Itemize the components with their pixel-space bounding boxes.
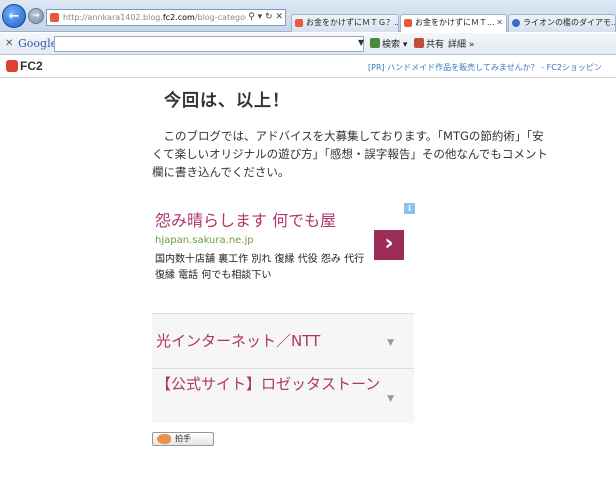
arrow-left-icon: ← (8, 8, 20, 24)
google-logo: Google (18, 37, 58, 50)
share-label: 共有 (426, 40, 445, 50)
arrow-right-icon: → (32, 11, 40, 21)
browser-title-bar: ← → http://annkara1402.blog.fc2.com/blog… (0, 0, 616, 32)
address-prefix: http://annkara1402.blog. (63, 13, 163, 22)
address-domain: fc2.com (162, 13, 195, 22)
more-button[interactable]: 詳細 » (448, 37, 474, 50)
ad-link-row[interactable]: 光インターネット／NTT ▼ (152, 313, 414, 368)
clap-button[interactable]: 拍手 (152, 432, 214, 446)
search-icon[interactable]: ⚲ (248, 12, 255, 22)
tab-3[interactable]: ライオンの檻のダイアモ... (508, 14, 616, 32)
fc2-logo[interactable]: FC2 (6, 59, 43, 73)
fc2-logo-text: FC2 (20, 59, 43, 73)
ad-info-icon[interactable]: i (404, 203, 415, 214)
ad-url[interactable]: hjapan.sakura.ne.jp (155, 235, 254, 246)
chevron-down-icon[interactable]: ▼ (387, 338, 394, 348)
ad-description: 国内数十店舗 裏工作 別れ 復縁 代役 怨み 代行 復縁 電話 何でも相談下い (155, 254, 365, 281)
ad-go-button[interactable]: › (374, 230, 404, 260)
clap-hand-icon (157, 434, 171, 444)
more-label: 詳細 (448, 40, 467, 50)
fc2-logo-icon (6, 60, 18, 72)
google-toolbar: ✕ Google ▼ 検索 ▾ 共有 詳細 » (0, 33, 616, 55)
chevron-down-icon[interactable]: ▼ (387, 394, 394, 404)
tab-1[interactable]: お金をかけずにＭＴＧ？... (291, 14, 399, 32)
fc2-header-bar: FC2 [PR] ハンドメイド作品を販売してみませんか？ - FC2ショッピン (0, 56, 616, 78)
clap-label: 拍手 (175, 434, 191, 443)
forward-button[interactable]: → (28, 8, 44, 24)
share-icon (414, 38, 424, 48)
tab-1-label: お金をかけずにＭＴＧ？... (306, 18, 399, 27)
wikipedia-favicon-icon (512, 19, 520, 27)
ad-link-row[interactable]: 【公式サイト】ロゼッタストーン ▼ (152, 368, 414, 423)
address-bar[interactable]: http://annkara1402.blog.fc2.com/blog-cat… (46, 9, 286, 26)
fc2-pr-link[interactable]: [PR] ハンドメイド作品を販売してみませんか？ - FC2ショッピン (368, 62, 602, 73)
ad-link-label[interactable]: 【公式サイト】ロゼッタストーン (156, 374, 384, 394)
tab-2[interactable]: お金をかけずにＭＴ... ✕ (400, 14, 507, 32)
tab-3-label: ライオンの檻のダイアモ... (523, 18, 616, 27)
search-icon (370, 38, 380, 48)
post-paragraph: このブログでは、アドバイスを大募集しております。「MTGの節約術」「安くて楽しい… (152, 129, 548, 179)
ad-title[interactable]: 怨み晴らします 何でも屋 (155, 207, 336, 231)
close-tab-icon[interactable]: ✕ (496, 15, 503, 31)
search-dropdown-icon[interactable]: ▼ (358, 38, 364, 47)
tab-2-label: お金をかけずにＭＴ... (415, 18, 495, 27)
address-tools[interactable]: ⚲ ▾ ↻ ✕ (246, 10, 283, 25)
refresh-icon[interactable]: ↻ (265, 12, 273, 22)
google-search-button[interactable]: 検索 ▾ (370, 37, 407, 50)
back-button[interactable]: ← (2, 4, 26, 28)
share-button[interactable]: 共有 (414, 37, 444, 50)
post-heading: 今回は、以上！ (164, 91, 290, 111)
stop-icon[interactable]: ✕ (275, 12, 283, 22)
chevron-right-icon: › (384, 231, 394, 256)
ad-link-label[interactable]: 光インターネット／NTT (156, 331, 320, 351)
google-search-label: 検索 (382, 40, 401, 50)
close-toolbar-icon[interactable]: ✕ (5, 38, 13, 49)
google-search-input[interactable] (54, 36, 364, 52)
fc2-favicon-icon (295, 19, 303, 27)
fc2-favicon-icon (404, 19, 412, 27)
site-favicon-icon (50, 13, 59, 22)
